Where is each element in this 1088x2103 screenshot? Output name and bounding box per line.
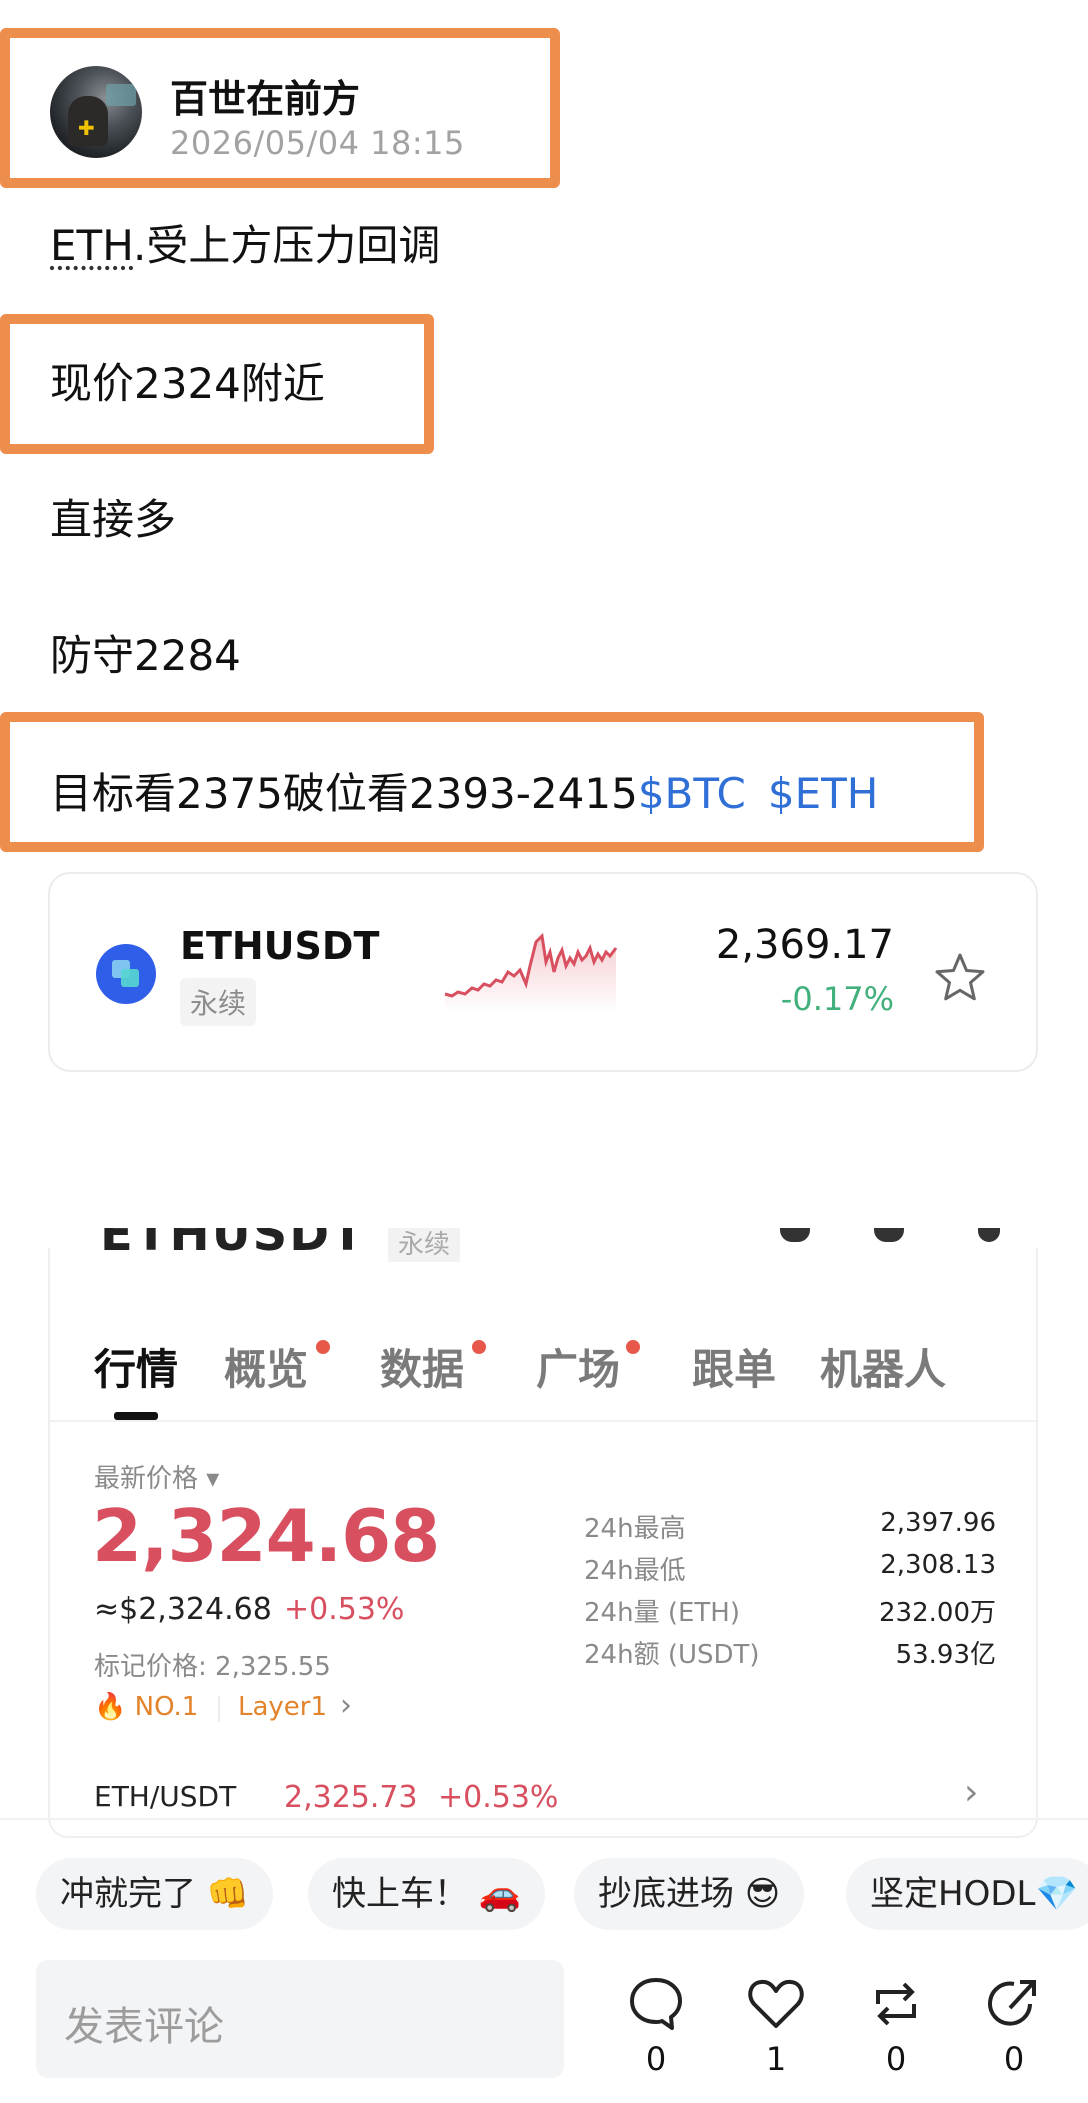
spot-pair-price: 2,325.73 bbox=[284, 1780, 418, 1815]
chevron-right-icon-spot[interactable]: › bbox=[964, 1772, 978, 1813]
author-name[interactable]: 百世在前方 bbox=[170, 68, 360, 123]
chevron-right-icon[interactable]: › bbox=[340, 1688, 352, 1723]
share-icon[interactable] bbox=[984, 1974, 1044, 2034]
tabs-divider bbox=[50, 1420, 1036, 1422]
star-icon[interactable] bbox=[932, 950, 988, 1006]
chip-get-on[interactable]: 快上车！ 🚗 bbox=[308, 1858, 546, 1930]
tab-data-dot bbox=[472, 1340, 486, 1354]
screenshot-header-badge: 永续 bbox=[388, 1228, 461, 1262]
last-price: 2,324.68 bbox=[92, 1494, 440, 1578]
post-line-3: 直接多 bbox=[50, 495, 177, 544]
share-count: 0 bbox=[1003, 2040, 1025, 2078]
chip-buy-dip[interactable]: 抄底进场 😎 bbox=[574, 1858, 805, 1930]
alert-icon bbox=[874, 1228, 904, 1242]
screenshot-cut-header: ETHUSDT 永续 bbox=[60, 1228, 1020, 1262]
rank-tag[interactable]: 🔥 NO.1 bbox=[94, 1692, 198, 1722]
tab-square[interactable]: 广场 bbox=[536, 1336, 620, 1397]
price-sparkline bbox=[444, 932, 618, 1012]
latest-price-label[interactable]: 最新价格 ▾ bbox=[94, 1458, 219, 1495]
tag-separator bbox=[218, 1696, 220, 1722]
eth-ticker-link[interactable]: ETH bbox=[50, 221, 133, 270]
stat-label-turnover: 24h额 (USDT) bbox=[584, 1640, 760, 1670]
repost-count: 0 bbox=[885, 2040, 907, 2078]
card-change: -0.17% bbox=[780, 980, 894, 1018]
post-line-4: 防守2284 bbox=[50, 631, 241, 680]
btc-tag-link[interactable]: $BTC bbox=[638, 769, 746, 818]
share-icon-top bbox=[978, 1228, 1000, 1242]
heart-icon[interactable] bbox=[746, 1974, 806, 2034]
perpetual-badge: 永续 bbox=[180, 978, 257, 1026]
chip-hodl[interactable]: 坚定HODL💎 bbox=[846, 1858, 1088, 1930]
eth-coin-icon bbox=[96, 944, 156, 1004]
usd-change: +0.53% bbox=[284, 1592, 405, 1627]
post-line-2: 现价2324附近 bbox=[50, 359, 325, 408]
tab-overview[interactable]: 概览 bbox=[224, 1336, 308, 1397]
avatar[interactable]: ✚ bbox=[50, 66, 142, 158]
spot-pair-name[interactable]: ETH/USDT bbox=[94, 1780, 236, 1813]
stat-label-low: 24h最低 bbox=[584, 1556, 686, 1586]
eth-tag-link[interactable]: $ETH bbox=[768, 769, 879, 818]
card-pair-name: ETHUSDT bbox=[180, 924, 380, 968]
mark-price: 标记价格: 2,325.55 bbox=[94, 1652, 331, 1682]
post-line-1: ETH.受上方压力回调 bbox=[50, 212, 440, 273]
chip-rush[interactable]: 冲就完了 👊 bbox=[36, 1858, 274, 1930]
post-line-5-text: 目标看2375破位看2393-2415 bbox=[50, 769, 638, 818]
active-tab-underline bbox=[114, 1412, 158, 1420]
stat-value-low: 2,308.13 bbox=[880, 1550, 996, 1580]
comment-icon[interactable] bbox=[626, 1974, 686, 2034]
tab-copy-trade[interactable]: 跟单 bbox=[692, 1336, 776, 1397]
tab-market[interactable]: 行情 bbox=[94, 1336, 178, 1397]
stat-value-high: 2,397.96 bbox=[880, 1508, 996, 1538]
post-timestamp: 2026/05/04 18:15 bbox=[170, 124, 465, 162]
usd-price: ≈$2,324.68 bbox=[94, 1592, 272, 1627]
stat-value-volume: 232.00万 bbox=[879, 1598, 996, 1628]
post-line-5: 目标看2375破位看2393-2415$BTC $ETH bbox=[50, 760, 878, 821]
tab-data[interactable]: 数据 bbox=[380, 1336, 464, 1397]
bell-icon bbox=[780, 1228, 810, 1242]
chips-divider bbox=[0, 1818, 1088, 1820]
like-count: 1 bbox=[765, 2040, 787, 2078]
stat-label-volume: 24h量 (ETH) bbox=[584, 1598, 740, 1628]
repost-icon[interactable] bbox=[866, 1974, 926, 2034]
tab-bot[interactable]: 机器人 bbox=[820, 1336, 946, 1397]
spot-pair-change: +0.53% bbox=[438, 1780, 559, 1815]
post-line-1-text: .受上方压力回调 bbox=[133, 221, 441, 270]
tab-overview-dot bbox=[316, 1340, 330, 1354]
card-price: 2,369.17 bbox=[715, 922, 894, 968]
comment-placeholder: 发表评论 bbox=[64, 2004, 224, 2050]
comment-count: 0 bbox=[645, 2040, 667, 2078]
tab-square-dot bbox=[626, 1340, 640, 1354]
screenshot-header-title: ETHUSDT bbox=[100, 1228, 366, 1262]
stat-label-high: 24h最高 bbox=[584, 1514, 686, 1544]
layer1-tag[interactable]: Layer1 bbox=[238, 1692, 327, 1722]
stat-value-turnover: 53.93亿 bbox=[895, 1640, 996, 1670]
